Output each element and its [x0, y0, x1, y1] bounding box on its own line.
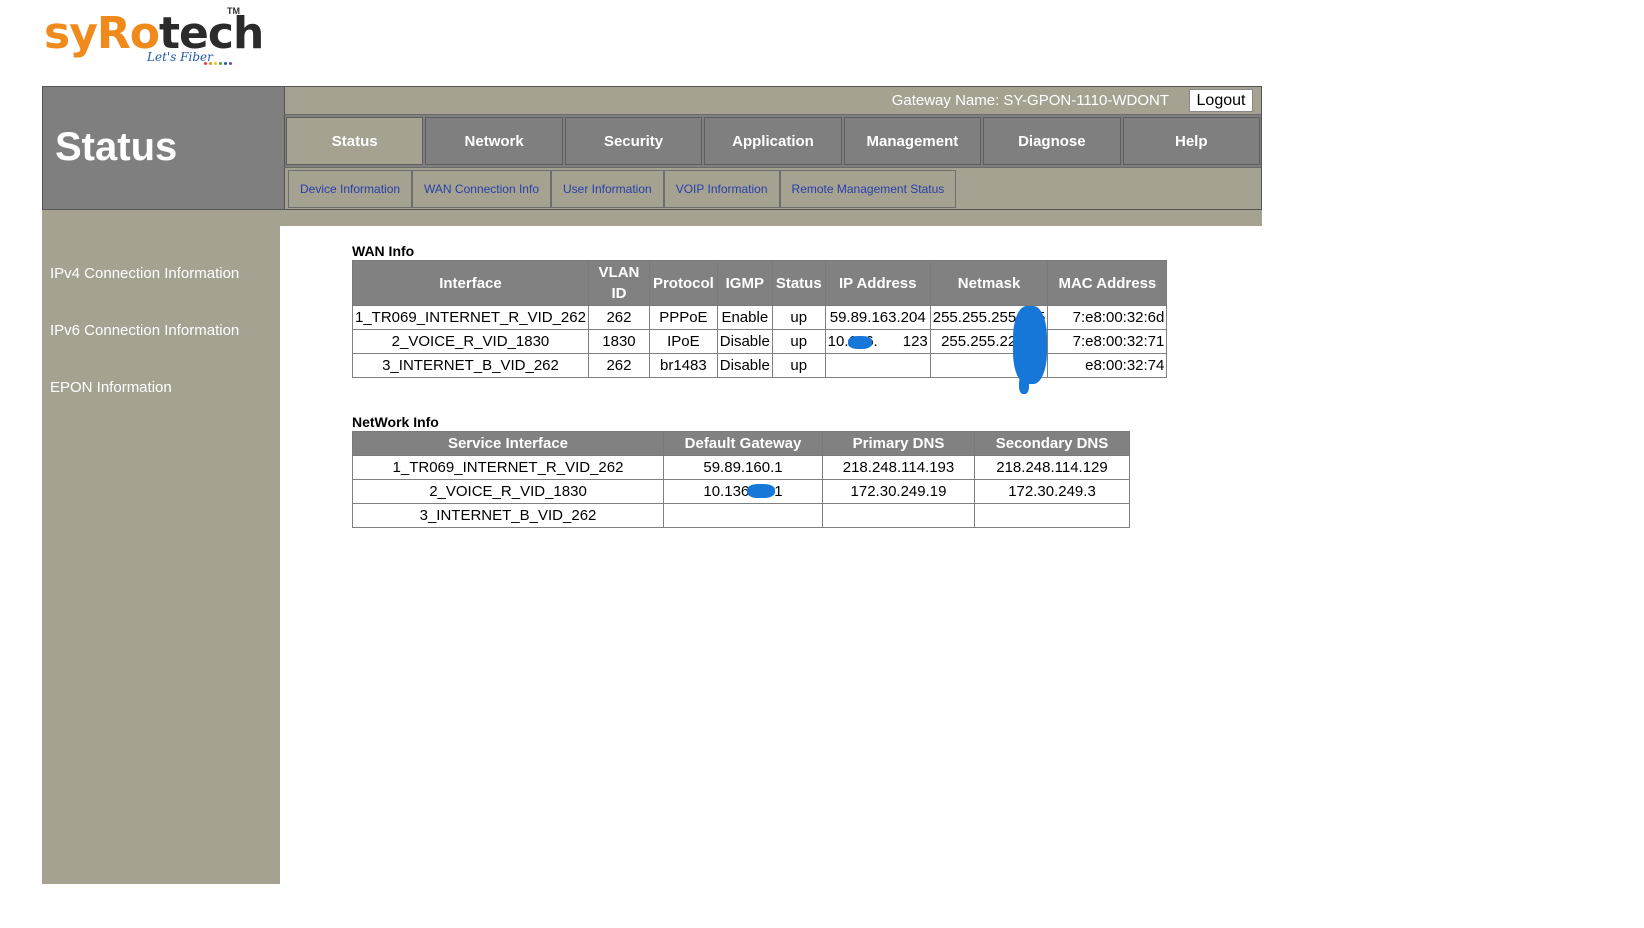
logo-tagline: Let's Fiber [147, 50, 213, 64]
net-cell: 1_TR069_INTERNET_R_VID_262 [352, 455, 664, 480]
net-cell: 172.30.249.3 [974, 479, 1130, 504]
tab-status[interactable]: Status [286, 117, 424, 165]
logo-dot [229, 62, 232, 65]
wan-col-mac-address: MAC Address [1047, 260, 1168, 306]
wan-cell: 1830 [587, 329, 650, 354]
tab-diagnose[interactable]: Diagnose [983, 117, 1121, 165]
wan-cell: 59.89.163.204 [824, 305, 931, 330]
wan-cell: Disable [716, 353, 773, 378]
subtab-device-information[interactable]: Device Information [288, 170, 413, 208]
network-info-title: NetWork Info [352, 414, 439, 430]
sidebar-item-ipv4-connection[interactable]: IPv4 Connection Information [50, 265, 239, 282]
wan-cell: 7:e8:00:32:71 [1047, 329, 1168, 354]
redaction-mark [1013, 306, 1047, 384]
logo-dot [209, 62, 212, 65]
gateway-bar: Gateway Name: SY-GPON-1110-WDONT Logout [284, 87, 1261, 115]
logo-text-sy: sy [44, 8, 98, 59]
wan-col-igmp: IGMP [716, 260, 773, 306]
sidebar-item-epon-information[interactable]: EPON Information [50, 379, 172, 396]
table-row: 2_VOICE_R_VID_1830 10.136 1 172.30.249.1… [352, 479, 1130, 504]
subtab-user-information[interactable]: User Information [551, 170, 664, 208]
subtab-voip-information[interactable]: VOIP Information [663, 170, 780, 208]
tab-security[interactable]: Security [564, 117, 703, 165]
redaction-mark [747, 484, 775, 498]
syrotech-logo: syRotech TM Let's Fiber [44, 6, 264, 68]
net-cell: 3_INTERNET_B_VID_262 [352, 503, 664, 528]
wan-col-ip-address: IP Address [824, 260, 931, 306]
table-row: 3_INTERNET_B_VID_262 [352, 503, 1130, 528]
wan-cell: up [771, 305, 826, 330]
tab-help[interactable]: Help [1122, 117, 1260, 165]
net-col-default-gateway: Default Gateway [663, 431, 823, 456]
wan-cell: 262 [587, 353, 650, 378]
wan-cell: up [771, 353, 826, 378]
wan-cell: 3_INTERNET_B_VID_262 [352, 353, 589, 378]
logo-dot [214, 62, 217, 65]
logo-dot [219, 62, 222, 65]
network-header-row: Service Interface Default Gateway Primar… [352, 431, 1130, 456]
net-cell [974, 503, 1130, 528]
net-cell: 2_VOICE_R_VID_1830 [352, 479, 664, 504]
wan-header-row: Interface VLAN ID Protocol IGMP Status I… [352, 260, 1168, 306]
wan-cell: 2_VOICE_R_VID_1830 [352, 329, 589, 354]
sub-nav: Device Information WAN Connection Info U… [284, 167, 1261, 209]
header-underline-bar [42, 210, 1262, 226]
logout-button[interactable]: Logout [1189, 89, 1253, 112]
main-nav: Status Network Security Application Mana… [284, 115, 1261, 167]
header-frame: Status Gateway Name: SY-GPON-1110-WDONT … [42, 86, 1262, 210]
wan-cell: br1483 [648, 353, 718, 378]
redaction-mark [1019, 376, 1029, 394]
network-info-table: Service Interface Default Gateway Primar… [352, 431, 1130, 528]
logo-dot [224, 62, 227, 65]
net-cell: 218.248.114.193 [822, 455, 975, 480]
logo-dots [204, 62, 232, 66]
tab-application[interactable]: Application [704, 117, 842, 165]
wan-info-title: WAN Info [352, 243, 415, 259]
wan-cell [824, 353, 931, 378]
net-cell: 172.30.249.19 [822, 479, 975, 504]
net-col-primary-dns: Primary DNS [822, 431, 975, 456]
sidebar: IPv4 Connection Information IPv6 Connect… [42, 226, 280, 884]
wan-cell: Disable [716, 329, 773, 354]
wan-col-protocol: Protocol [648, 260, 718, 306]
wan-cell: 1_TR069_INTERNET_R_VID_262 [352, 305, 589, 330]
wan-cell: 262 [587, 305, 650, 330]
wan-cell: Enable [716, 305, 773, 330]
logo-dot [204, 62, 207, 65]
wan-col-netmask: Netmask [929, 260, 1049, 306]
wan-col-interface: Interface [352, 260, 589, 306]
net-cell: 59.89.160.1 [663, 455, 823, 480]
redaction-mark [848, 336, 872, 349]
wan-cell: 10.136. 123 [824, 329, 931, 354]
net-cell [663, 503, 823, 528]
wan-col-status: Status [771, 260, 826, 306]
net-cell: 218.248.114.129 [974, 455, 1130, 480]
net-cell [822, 503, 975, 528]
wan-cell: up [771, 329, 826, 354]
sidebar-item-ipv6-connection[interactable]: IPv6 Connection Information [50, 322, 239, 339]
gateway-name-label: Gateway Name: SY-GPON-1110-WDONT [891, 92, 1169, 109]
wan-cell: 7:e8:00:32:6d [1047, 305, 1168, 330]
net-col-service-interface: Service Interface [352, 431, 664, 456]
net-cell: 10.136 1 [663, 479, 823, 504]
page-title: Status [55, 125, 178, 169]
tab-network[interactable]: Network [425, 117, 563, 165]
net-col-secondary-dns: Secondary DNS [974, 431, 1130, 456]
subtab-wan-connection-info[interactable]: WAN Connection Info [412, 170, 551, 208]
trademark-mark: TM [227, 6, 240, 16]
wan-cell: IPoE [648, 329, 718, 354]
wan-col-vlan-id: VLAN ID [587, 260, 650, 306]
subtab-remote-management-status[interactable]: Remote Management Status [779, 170, 957, 208]
tab-management[interactable]: Management [843, 117, 982, 165]
table-row: 1_TR069_INTERNET_R_VID_262 59.89.160.1 2… [352, 455, 1130, 480]
wan-cell: PPPoE [648, 305, 718, 330]
wan-cell: e8:00:32:74 [1047, 353, 1168, 378]
